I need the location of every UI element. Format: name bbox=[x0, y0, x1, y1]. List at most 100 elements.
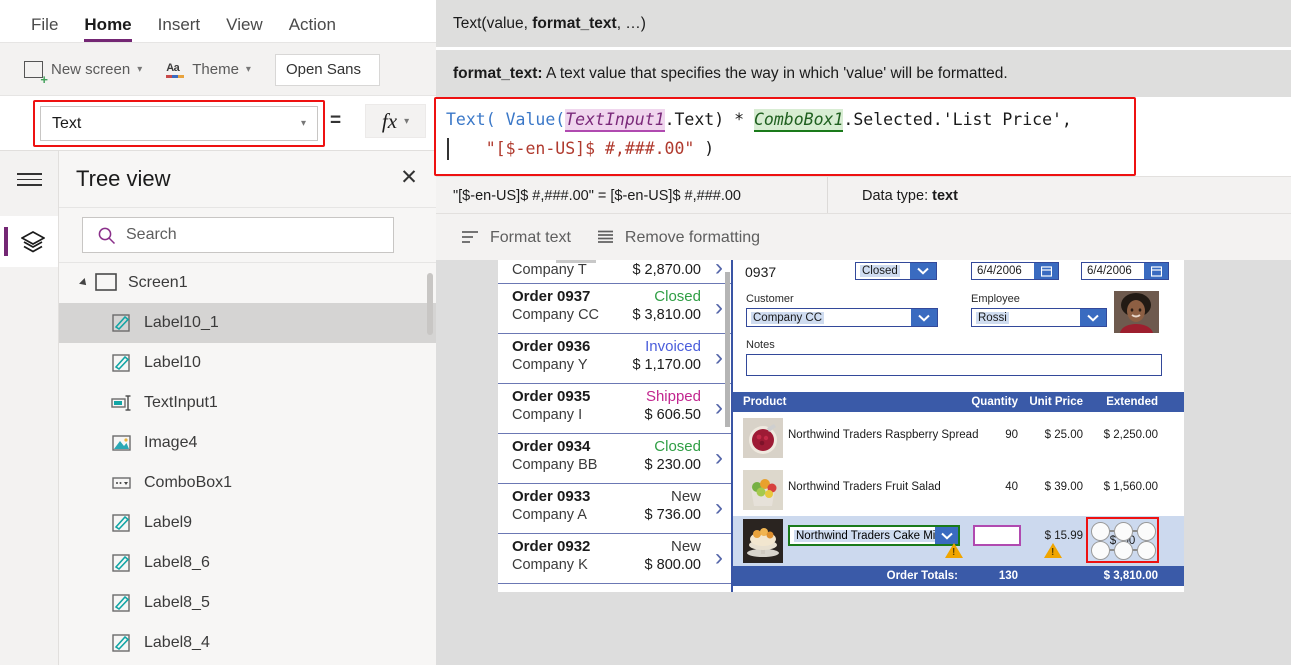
param-description: A text value that specifies the way in w… bbox=[542, 64, 1008, 82]
tree-children-container: Label10_1 Label10 TextInput1 Image4 ComboBox… bbox=[59, 303, 437, 663]
tree-item-image4[interactable]: Image4 bbox=[59, 423, 437, 463]
sig-suffix: , …) bbox=[616, 14, 646, 32]
chevron-down-icon[interactable] bbox=[910, 263, 936, 279]
param-name: format_text: bbox=[453, 64, 543, 82]
font-name-field[interactable]: Open Sans bbox=[274, 53, 380, 86]
gallery-scrollbar-thumb[interactable] bbox=[725, 272, 730, 427]
tree-scrollbar-thumb[interactable] bbox=[427, 273, 433, 335]
gallery-amount: $ 2,870.00 bbox=[632, 262, 701, 278]
formula-bar[interactable]: Text( Value(TextInput1.Text) * ComboBox1… bbox=[436, 97, 1291, 176]
product-extended: $ 1,560.00 bbox=[1103, 481, 1158, 493]
app-preview: Company T $ 2,870.00 › Order 0937 Closed C… bbox=[498, 260, 1184, 592]
th-unit-price: Unit Price bbox=[1029, 396, 1083, 408]
calendar-icon[interactable] bbox=[1034, 263, 1058, 279]
resize-handle-s[interactable] bbox=[1114, 541, 1133, 560]
resize-handle-se[interactable] bbox=[1137, 541, 1156, 560]
gallery-item[interactable]: Order 0932 New Company K $ 800.00 › bbox=[498, 534, 731, 584]
intellisense-description: format_text: A text value that specifies… bbox=[453, 65, 1008, 83]
chevron-right-icon[interactable]: › bbox=[715, 260, 723, 280]
remove-formatting-button[interactable]: Remove formatting bbox=[596, 229, 760, 247]
datatype-value: text bbox=[932, 187, 958, 204]
gallery-status: New bbox=[670, 488, 701, 505]
close-icon[interactable]: ✕ bbox=[399, 167, 419, 188]
tree-item-combobox1[interactable]: ComboBox1 bbox=[59, 463, 437, 503]
label-icon bbox=[111, 353, 133, 373]
chevron-right-icon[interactable]: › bbox=[715, 346, 723, 370]
tree-item-label8_4[interactable]: Label8_4 bbox=[59, 623, 437, 663]
chevron-down-icon[interactable] bbox=[1080, 309, 1106, 326]
new-screen-button[interactable]: New screen ▾ bbox=[24, 61, 142, 86]
intellisense-signature-row: Text(value, format_text, …) bbox=[436, 0, 1291, 47]
formatting-toolbar: Format text Remove formatting bbox=[436, 213, 1291, 262]
label-icon bbox=[111, 633, 133, 653]
tree-item-label8_6[interactable]: Label8_6 bbox=[59, 543, 437, 583]
gallery-item-partial[interactable]: Company T $ 2,870.00 › bbox=[498, 260, 731, 284]
gallery-item[interactable]: Order 0934 Closed Company BB $ 230.00 › bbox=[498, 434, 731, 484]
menu-item-view[interactable]: View bbox=[226, 15, 263, 42]
theme-button[interactable]: Aa Theme ▾ bbox=[166, 61, 251, 78]
gallery-item[interactable]: Order 0936 Invoiced Company Y $ 1,170.00 › bbox=[498, 334, 731, 384]
property-dropdown[interactable]: Text ▾ bbox=[40, 106, 318, 141]
order-date-field[interactable]: 6/4/2006 bbox=[971, 262, 1059, 280]
formula-token-combobox1[interactable]: ComboBox1 bbox=[753, 109, 844, 132]
tree-item-textinput1[interactable]: TextInput1 bbox=[59, 383, 437, 423]
notes-input[interactable] bbox=[746, 354, 1162, 376]
gallery-company: Company Y bbox=[512, 357, 588, 373]
menu-item-action[interactable]: Action bbox=[289, 15, 336, 42]
chevron-right-icon[interactable]: › bbox=[715, 546, 723, 570]
tree-item-screen1[interactable]: Screen1 bbox=[59, 263, 437, 303]
ship-date-field[interactable]: 6/4/2006 bbox=[1081, 262, 1169, 280]
tree-item-label10[interactable]: Label10 bbox=[59, 343, 437, 383]
calendar-icon[interactable] bbox=[1144, 263, 1168, 279]
resize-handle-nw[interactable] bbox=[1091, 522, 1110, 541]
gallery-amount: $ 1,170.00 bbox=[632, 357, 701, 373]
rail-item-tree-view[interactable] bbox=[0, 216, 58, 267]
product-row[interactable]: Northwind Traders Raspberry Spread 90 $ … bbox=[733, 412, 1184, 464]
resize-handle-n[interactable] bbox=[1114, 522, 1133, 541]
theme-icon: Aa bbox=[166, 62, 185, 78]
formula-text[interactable]: Text( Value(TextInput1.Text) * ComboBox1… bbox=[446, 105, 1072, 163]
gallery-items-container: Order 0937 Closed Company CC $ 3,810.00 › Ord… bbox=[498, 284, 731, 584]
format-text-button[interactable]: Format text bbox=[461, 229, 571, 247]
tree-item-label9[interactable]: Label9 bbox=[59, 503, 437, 543]
product-row[interactable]: Northwind Traders Fruit Salad 40 $ 39.00… bbox=[733, 464, 1184, 516]
tree-view-header: Tree view ✕ bbox=[59, 151, 437, 207]
tree-item-label: Label10 bbox=[144, 354, 201, 371]
remove-formatting-label: Remove formatting bbox=[624, 228, 761, 246]
layers-icon bbox=[21, 231, 45, 253]
chevron-right-icon[interactable]: › bbox=[715, 396, 723, 420]
gallery-order-number: Order 0935 bbox=[512, 388, 591, 405]
product-combobox-value: Northwind Traders Cake Mix bbox=[794, 529, 944, 542]
fx-button[interactable]: fx ▾ bbox=[365, 104, 426, 138]
equals-sign: = bbox=[330, 110, 342, 131]
gallery-order-number: Order 0937 bbox=[512, 288, 591, 305]
chevron-right-icon[interactable]: › bbox=[715, 496, 723, 520]
gallery-item[interactable]: Order 0933 New Company A $ 736.00 › bbox=[498, 484, 731, 534]
resize-handle-sw[interactable] bbox=[1091, 541, 1110, 560]
expand-caret-icon[interactable] bbox=[79, 278, 89, 288]
menu-item-insert[interactable]: Insert bbox=[158, 15, 201, 42]
gallery-order-number: Order 0936 bbox=[512, 338, 591, 355]
customer-dropdown[interactable]: Company CC bbox=[746, 308, 938, 327]
gallery-status: Shipped bbox=[645, 388, 701, 405]
chevron-right-icon[interactable]: › bbox=[715, 296, 723, 320]
product-extended: $ 2,250.00 bbox=[1103, 429, 1158, 441]
search-input[interactable]: Search bbox=[82, 217, 394, 253]
product-combobox-selected[interactable]: Northwind Traders Cake Mix bbox=[788, 525, 960, 546]
menu-item-home[interactable]: Home bbox=[84, 15, 132, 42]
chevron-down-icon[interactable] bbox=[911, 309, 937, 326]
tree-item-label8_5[interactable]: Label8_5 bbox=[59, 583, 437, 623]
quantity-input-selected[interactable] bbox=[973, 525, 1021, 546]
resize-handle-ne[interactable] bbox=[1137, 522, 1156, 541]
formula-token-textinput1[interactable]: TextInput1 bbox=[565, 109, 665, 132]
chevron-down-icon[interactable] bbox=[935, 527, 958, 544]
tree-item-label10_1[interactable]: Label10_1 bbox=[59, 303, 437, 343]
gallery-item[interactable]: Order 0937 Closed Company CC $ 3,810.00 › bbox=[498, 284, 731, 334]
chevron-right-icon[interactable]: › bbox=[715, 446, 723, 470]
gallery-item[interactable]: Order 0935 Shipped Company I $ 606.50 › bbox=[498, 384, 731, 434]
totals-extended: $ 3,810.00 bbox=[1103, 570, 1158, 582]
employee-dropdown[interactable]: Rossi bbox=[971, 308, 1107, 327]
menu-item-file[interactable]: File bbox=[31, 15, 58, 42]
hamburger-menu-icon[interactable] bbox=[17, 173, 42, 186]
status-dropdown[interactable]: Closed bbox=[855, 262, 937, 280]
